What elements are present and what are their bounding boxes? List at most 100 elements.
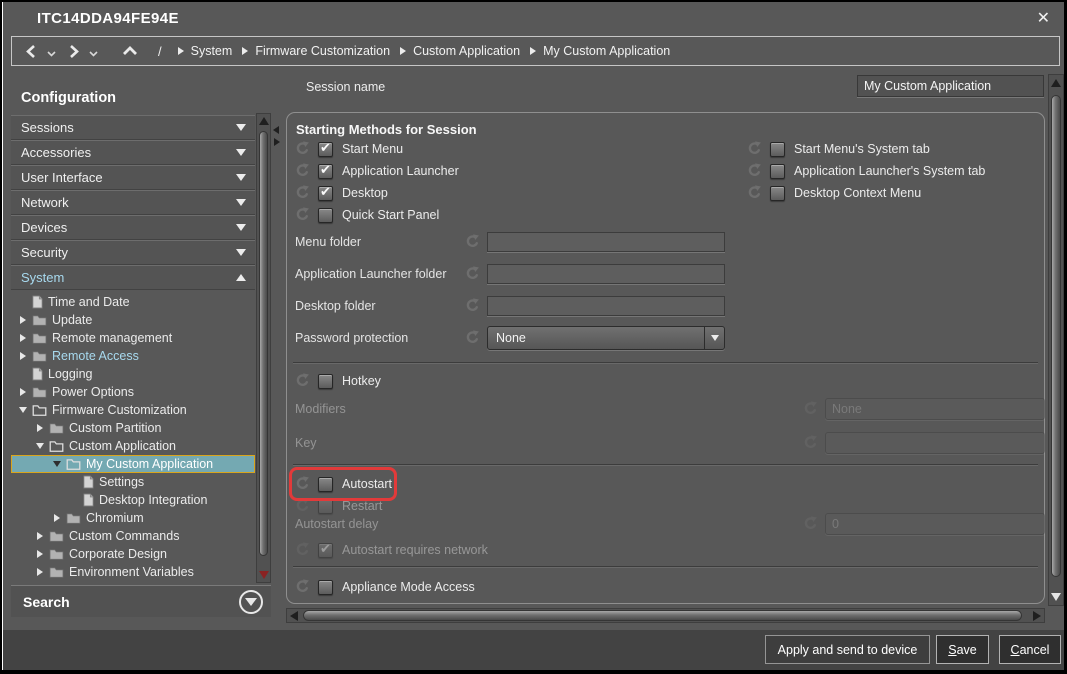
application-launcher-checkbox[interactable] xyxy=(318,164,333,179)
breadcrumb-item[interactable]: My Custom Application xyxy=(530,44,670,58)
save-button[interactable]: Save xyxy=(936,635,989,664)
tree-item-time-and-date[interactable]: Time and Date xyxy=(11,293,255,311)
reset-icon[interactable] xyxy=(465,330,481,346)
hotkey-row: Hotkey xyxy=(295,372,381,390)
tree-expander-closed-icon[interactable] xyxy=(34,568,46,576)
reset-icon[interactable] xyxy=(465,298,481,314)
tree-item-custom-application[interactable]: Custom Application xyxy=(11,437,255,455)
breadcrumb-item[interactable]: System xyxy=(178,44,233,58)
tree-item-chromium[interactable]: Chromium xyxy=(11,509,255,527)
main-hscroll-thumb[interactable] xyxy=(303,610,1022,621)
scroll-left-icon[interactable] xyxy=(290,611,298,621)
forward-history-dropdown-icon[interactable] xyxy=(89,44,98,62)
tree-expander-closed-icon[interactable] xyxy=(34,532,46,540)
tree-expander-closed-icon[interactable] xyxy=(34,424,46,432)
main-vscroll-thumb[interactable] xyxy=(1051,95,1061,577)
breadcrumb-item[interactable]: Custom Application xyxy=(400,44,520,58)
sidebar-item-accessories[interactable]: Accessories xyxy=(11,140,255,165)
back-button[interactable] xyxy=(24,44,39,59)
desktop-folder-input[interactable] xyxy=(487,296,725,316)
application-launcher-label: Application Launcher xyxy=(342,164,459,178)
divider xyxy=(293,464,1038,465)
expand-right-icon[interactable] xyxy=(274,138,280,146)
reset-icon[interactable] xyxy=(295,163,311,179)
sidebar-item-system[interactable]: System xyxy=(11,265,255,290)
reset-icon[interactable] xyxy=(747,163,763,179)
forward-button[interactable] xyxy=(66,44,81,59)
tree-item-custom-commands[interactable]: Custom Commands xyxy=(11,527,255,545)
tree-item-power-options[interactable]: Power Options xyxy=(11,383,255,401)
panel-splitter[interactable] xyxy=(272,124,282,150)
close-icon[interactable]: ✕ xyxy=(1037,8,1050,28)
tree-expander-open-icon[interactable] xyxy=(51,461,63,467)
reset-icon[interactable] xyxy=(295,373,311,389)
tree-expander-closed-icon[interactable] xyxy=(17,334,29,342)
sidebar-item-network[interactable]: Network xyxy=(11,190,255,215)
main-vertical-scrollbar[interactable] xyxy=(1048,74,1064,606)
tree-item-label: Remote Access xyxy=(52,349,139,363)
desktop-checkbox[interactable] xyxy=(318,186,333,201)
reset-icon[interactable] xyxy=(295,185,311,201)
reset-icon[interactable] xyxy=(465,234,481,250)
scroll-down-icon[interactable] xyxy=(1051,593,1061,601)
sidebar-item-devices[interactable]: Devices xyxy=(11,215,255,240)
tree-expander-closed-icon[interactable] xyxy=(17,388,29,396)
tree-item-environment-variables[interactable]: Environment Variables xyxy=(11,563,255,581)
tree-item-remote-access[interactable]: Remote Access xyxy=(11,347,255,365)
tree-expander-closed-icon[interactable] xyxy=(51,514,63,522)
tree-expander-open-icon[interactable] xyxy=(34,443,46,449)
folder-icon xyxy=(49,422,64,434)
menu-folder-input[interactable] xyxy=(487,232,725,252)
scroll-right-icon[interactable] xyxy=(1033,611,1041,621)
quick-start-panel-checkbox[interactable] xyxy=(318,208,333,223)
start-menu-s-system-tab-checkbox[interactable] xyxy=(770,142,785,157)
breadcrumb-item[interactable]: Firmware Customization xyxy=(242,44,390,58)
apply-and-send-button[interactable]: Apply and send to device xyxy=(765,635,930,664)
tree-expander-closed-icon[interactable] xyxy=(17,352,29,360)
search-expand-button[interactable] xyxy=(239,590,263,614)
tree-expander-closed-icon[interactable] xyxy=(34,550,46,558)
tree-item-update[interactable]: Update xyxy=(11,311,255,329)
scroll-down-icon[interactable] xyxy=(259,571,269,579)
collapse-left-icon[interactable] xyxy=(273,126,279,134)
chevron-down-icon xyxy=(236,224,246,231)
tree-item-corporate-design[interactable]: Corporate Design xyxy=(11,545,255,563)
cancel-button[interactable]: Cancel xyxy=(999,635,1061,664)
scroll-up-icon[interactable] xyxy=(259,117,269,125)
tree-item-my-custom-application[interactable]: My Custom Application xyxy=(11,455,255,473)
reset-icon[interactable] xyxy=(747,185,763,201)
tree-item-desktop-integration[interactable]: Desktop Integration xyxy=(11,491,255,509)
sidebar-item-user-interface[interactable]: User Interface xyxy=(11,165,255,190)
tree-expander-open-icon[interactable] xyxy=(17,407,29,413)
tree-expander-closed-icon[interactable] xyxy=(17,316,29,324)
reset-icon[interactable] xyxy=(465,266,481,282)
sidebar-item-security[interactable]: Security xyxy=(11,240,255,265)
tree-item-firmware-customization[interactable]: Firmware Customization xyxy=(11,401,255,419)
reset-icon[interactable] xyxy=(295,579,311,595)
tree-item-custom-partition[interactable]: Custom Partition xyxy=(11,419,255,437)
document-icon xyxy=(32,295,43,309)
tree-item-settings[interactable]: Settings xyxy=(11,473,255,491)
sidebar-item-sessions[interactable]: Sessions xyxy=(11,115,255,140)
password-protection-dropdown[interactable]: None xyxy=(487,326,725,350)
session-name-input[interactable] xyxy=(857,75,1044,97)
tree-item-logging[interactable]: Logging xyxy=(11,365,255,383)
reset-icon[interactable] xyxy=(295,207,311,223)
scroll-up-icon[interactable] xyxy=(1051,79,1061,87)
sidebar-scrollbar-thumb[interactable] xyxy=(259,131,268,556)
application-launcher-s-system-tab-checkbox[interactable] xyxy=(770,164,785,179)
sidebar-scrollbar[interactable] xyxy=(256,113,271,583)
dropdown-arrow-icon[interactable] xyxy=(704,327,724,349)
tree-item-remote-management[interactable]: Remote management xyxy=(11,329,255,347)
main-horizontal-scrollbar[interactable] xyxy=(286,608,1045,623)
start-menu-checkbox[interactable] xyxy=(318,142,333,157)
reset-icon[interactable] xyxy=(295,141,311,157)
reset-icon[interactable] xyxy=(747,141,763,157)
tree-item-label: Logging xyxy=(48,367,93,381)
hotkey-checkbox[interactable] xyxy=(318,374,333,389)
application-launcher-folder-input[interactable] xyxy=(487,264,725,284)
up-button[interactable] xyxy=(122,45,138,57)
appliance-mode-access-checkbox[interactable] xyxy=(318,580,333,595)
desktop-context-menu-checkbox[interactable] xyxy=(770,186,785,201)
back-history-dropdown-icon[interactable] xyxy=(47,44,56,62)
